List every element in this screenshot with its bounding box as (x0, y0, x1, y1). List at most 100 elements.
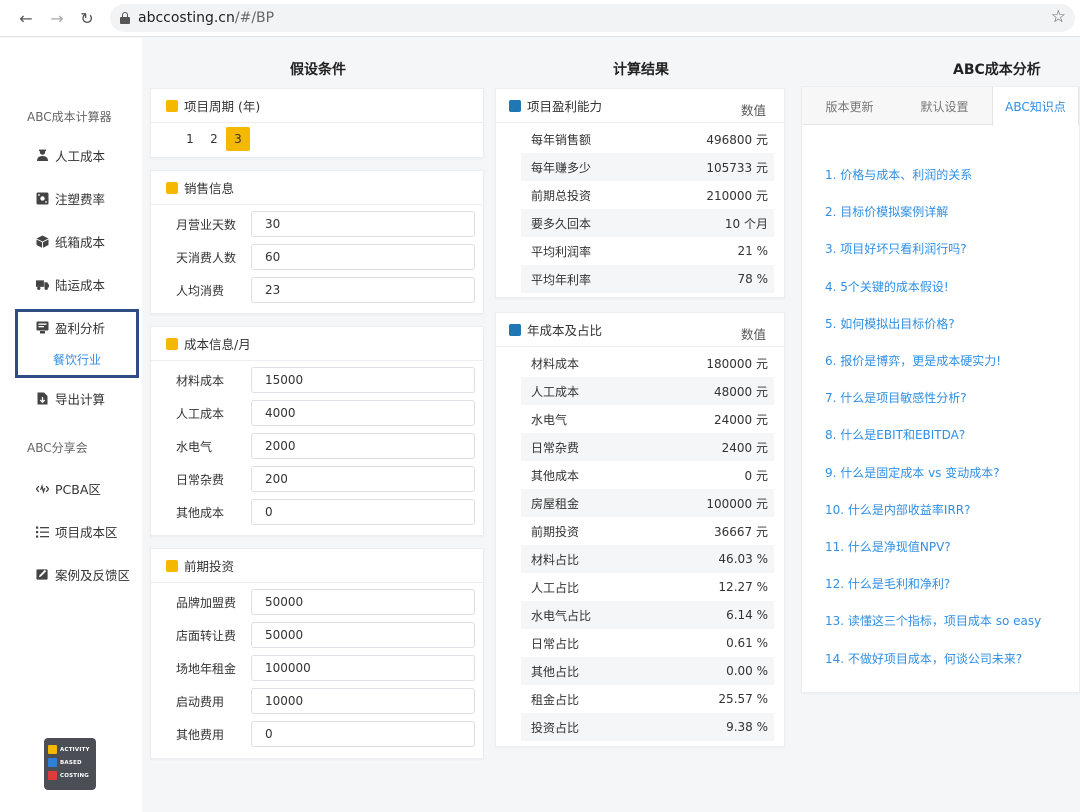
sidebar-item-injection-rate[interactable]: 注塑费率 (36, 189, 105, 208)
annual-cost-row: 材料成本 180000 元 (521, 349, 774, 377)
transfer-fee-input[interactable] (251, 622, 475, 648)
field-label: 材料成本 (176, 373, 225, 388)
profit-row: 平均年利率 78 % (521, 265, 774, 293)
panel-title: 成本信息/月 (184, 337, 251, 352)
annual-rent-input[interactable] (251, 655, 475, 681)
material-cost-input[interactable] (251, 367, 475, 393)
tab-abc-knowledge[interactable]: ABC知识点 (991, 87, 1080, 126)
knowledge-link[interactable]: 12. 什么是毛利和净利? (825, 575, 950, 592)
field-label: 水电气 (176, 439, 213, 454)
sidebar-item-export[interactable]: 导出计算 (36, 389, 105, 408)
profit-row: 要多久回本 10 个月 (521, 209, 774, 237)
daily-customers-input[interactable] (251, 244, 475, 270)
monthly-days-input[interactable] (251, 211, 475, 237)
field-label: 天消费人数 (176, 250, 237, 265)
row-label: 日常杂费 (531, 440, 580, 455)
knowledge-link[interactable]: 10. 什么是内部收益率IRR? (825, 501, 970, 518)
form-row: 日常杂费 (176, 466, 475, 492)
row-value: 12.27 % (718, 580, 768, 594)
field-label: 店面转让费 (176, 628, 237, 643)
knowledge-link[interactable]: 5. 如何模拟出目标价格? (825, 315, 955, 332)
form-row: 其他费用 (176, 721, 475, 747)
annual-cost-row: 租金占比 25.57 % (521, 685, 774, 713)
annual-cost-row: 水电气占比 6.14 % (521, 601, 774, 629)
mold-icon (36, 192, 49, 205)
sidebar: ABC成本计算器 人工成本 注塑费率 纸箱成本 陆运成本 盈利分析 餐饮行业 导… (0, 38, 142, 812)
annual-cost-row: 材料占比 46.03 % (521, 545, 774, 573)
form-row: 水电气 (176, 433, 475, 459)
knowledge-link[interactable]: 7. 什么是项目敏感性分析? (825, 389, 967, 406)
knowledge-link[interactable]: 6. 报价是博弈，更是成本硬实力! (825, 352, 1001, 369)
knowledge-link[interactable]: 4. 5个关键的成本假设! (825, 278, 949, 295)
url-host: abccosting.cn (138, 10, 235, 26)
knowledge-link[interactable]: 14. 不做好项目成本，何谈公司未来? (825, 650, 1022, 667)
other-expense-input[interactable] (251, 721, 475, 747)
panel-title: 项目盈利能力 (527, 99, 603, 114)
knowledge-link[interactable]: 1. 价格与成本、利润的关系 (825, 166, 972, 183)
period-page-3[interactable]: 3 (226, 127, 250, 151)
knowledge-link[interactable]: 13. 读懂这三个指标，项目成本 so easy (825, 612, 1041, 629)
panel-header: 成本信息/月 (151, 327, 483, 361)
panel-title: 年成本及占比 (527, 323, 603, 338)
row-label: 其他成本 (531, 468, 580, 483)
row-label: 水电气占比 (531, 608, 592, 623)
annual-cost-row: 日常杂费 2400 元 (521, 433, 774, 461)
franchise-fee-input[interactable] (251, 589, 475, 615)
profitability-panel: 项目盈利能力 数值 每年销售额 496800 元每年赚多少 105733 元前期总投… (495, 88, 785, 298)
bookmark-star-icon[interactable]: ☆ (1051, 7, 1066, 27)
row-value: 0.00 % (726, 664, 768, 678)
knowledge-link[interactable]: 9. 什么是固定成本 vs 变动成本? (825, 464, 1000, 481)
form-row: 天消费人数 (176, 244, 475, 270)
knowledge-link[interactable]: 3. 项目好坏只看利润行吗? (825, 240, 967, 257)
sidebar-item-carton-cost[interactable]: 纸箱成本 (36, 232, 105, 251)
labor-cost-input[interactable] (251, 400, 475, 426)
row-value: 0.61 % (726, 636, 768, 650)
annual-cost-row: 投资占比 9.38 % (521, 713, 774, 741)
reload-icon[interactable]: ↻ (76, 7, 98, 29)
truck-icon (36, 278, 49, 291)
period-page-2[interactable]: 2 (202, 127, 226, 151)
sidebar-item-profit-analysis[interactable]: 盈利分析 (36, 318, 105, 337)
initial-investment-panel: 前期投资 品牌加盟费 店面转让费 场地年租金 启动费用 其他费用 (150, 548, 484, 759)
annual-cost-panel: 年成本及占比 数值 材料成本 180000 元人工成本 48000 元水电气 2400… (495, 312, 785, 747)
per-capita-spend-input[interactable] (251, 277, 475, 303)
sidebar-item-land-transport[interactable]: 陆运成本 (36, 275, 105, 294)
row-value: 10 个月 (724, 216, 768, 231)
back-arrow-icon[interactable]: ← (15, 7, 37, 29)
panel-header: 项目盈利能力 数值 (496, 89, 784, 123)
panel-title: 前期投资 (184, 559, 235, 574)
sidebar-item-cases-feedback[interactable]: 案例及反馈区 (36, 565, 130, 584)
field-label: 品牌加盟费 (176, 595, 237, 610)
knowledge-link[interactable]: 2. 目标价模拟案例详解 (825, 203, 948, 220)
tab-default-settings[interactable]: 默认设置 (897, 87, 992, 125)
other-cost-input[interactable] (251, 499, 475, 525)
startup-cost-input[interactable] (251, 688, 475, 714)
daily-misc-input[interactable] (251, 466, 475, 492)
panel-header: 年成本及占比 数值 (496, 313, 784, 347)
row-label: 材料占比 (531, 552, 580, 567)
utilities-input[interactable] (251, 433, 475, 459)
knowledge-link[interactable]: 8. 什么是EBIT和EBITDA? (825, 426, 965, 443)
sidebar-item-label: 陆运成本 (55, 278, 106, 293)
address-bar[interactable]: abccosting.cn/#/BP (110, 4, 1075, 32)
tab-version-updates[interactable]: 版本更新 (802, 87, 897, 125)
abc-knowledge-panel: 版本更新 默认设置 ABC知识点 1. 价格与成本、利润的关系 2. 目标价模拟案… (801, 86, 1080, 693)
knowledge-link[interactable]: 11. 什么是净现值NPV? (825, 538, 951, 555)
row-label: 每年赚多少 (531, 160, 592, 175)
sidebar-subitem-catering[interactable]: 餐饮行业 (53, 351, 101, 368)
row-value: 496800 元 (706, 132, 768, 147)
box-icon (36, 235, 49, 248)
field-label: 人工成本 (176, 406, 225, 421)
code-wave-icon (36, 482, 49, 495)
period-page-1[interactable]: 1 (178, 127, 202, 151)
forward-arrow-icon[interactable]: → (46, 7, 68, 29)
sidebar-item-label: 纸箱成本 (55, 235, 106, 250)
sidebar-item-pcba[interactable]: PCBA区 (36, 479, 101, 498)
section-marker-icon (166, 181, 178, 194)
form-row: 场地年租金 (176, 655, 475, 681)
sidebar-item-labor-cost[interactable]: 人工成本 (36, 146, 105, 165)
profit-row: 前期总投资 210000 元 (521, 181, 774, 209)
row-value: 9.38 % (726, 720, 768, 734)
row-label: 人工占比 (531, 580, 580, 595)
sidebar-item-project-cost[interactable]: 项目成本区 (36, 522, 118, 541)
